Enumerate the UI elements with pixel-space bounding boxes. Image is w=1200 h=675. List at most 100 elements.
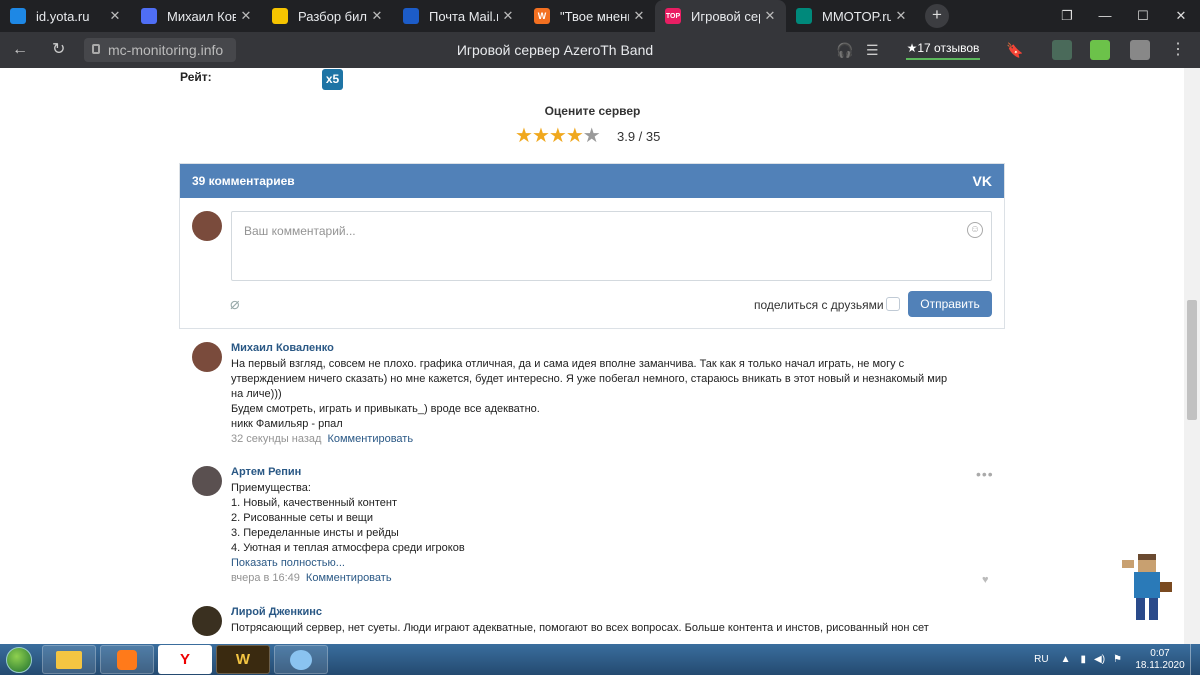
back-icon[interactable]: ← [12, 32, 28, 68]
tab-label: Михаил Коваленко [167, 8, 236, 24]
paint-taskbar-icon[interactable] [274, 645, 328, 674]
tab-strip: id.yota.ru✕Михаил Коваленко✕Разбор билет… [0, 0, 1200, 32]
avatar [192, 606, 222, 636]
comment-input[interactable]: Ваш комментарий... ☺ [231, 211, 992, 281]
show-more-link[interactable]: Показать полностью... [231, 556, 961, 571]
close-tab-icon[interactable]: ✕ [367, 8, 387, 24]
maximize-button[interactable]: ☐ [1124, 0, 1162, 32]
start-button[interactable] [0, 645, 38, 675]
close-tab-icon[interactable]: ✕ [498, 8, 518, 24]
browser-tab[interactable]: TOP Игровой сервер✕ [655, 0, 786, 32]
rating-stars[interactable]: ★★★★★ [515, 125, 601, 147]
avatar [192, 342, 222, 372]
clock[interactable]: 0:07 18.11.2020 [1130, 648, 1190, 672]
page-title: Игровой сервер AzeroTh Band [456, 42, 654, 58]
download-icon[interactable] [1090, 40, 1110, 60]
language-indicator[interactable]: RU [1034, 654, 1048, 665]
reviews-badge[interactable]: ★17 отзывов [906, 38, 980, 60]
taskbar: Y W RU ▲ ▮ ◀) ⚑ 0:07 18.11.2020 [0, 644, 1200, 675]
avatar [192, 211, 222, 241]
rating-star-icon[interactable]: ★ [583, 125, 601, 147]
mmotop-icon [796, 8, 812, 24]
menu-icon[interactable]: ⋮ [1170, 32, 1186, 68]
tab-search-icon[interactable]: ❐ [1048, 0, 1086, 32]
rating-star-icon[interactable]: ★ [549, 125, 567, 147]
extension-icon[interactable] [1130, 40, 1150, 60]
bookmark-icon[interactable]: 🔖 [1006, 32, 1023, 68]
wow-taskbar-icon[interactable]: W [216, 645, 270, 674]
share-checkbox[interactable] [886, 297, 900, 311]
tab-label: Разбор билетов [298, 8, 367, 24]
scrollbar[interactable] [1184, 68, 1200, 644]
comment-meta: вчера в 16:49 Комментировать [231, 571, 961, 586]
lock-icon [92, 44, 100, 54]
url-field[interactable]: mc-monitoring.info [84, 38, 236, 62]
tab-label: Игровой сервер [691, 8, 760, 24]
close-tab-icon[interactable]: ✕ [891, 8, 911, 24]
rating-star-icon[interactable]: ★ [515, 125, 533, 147]
rating-score: 3.9 / 35 [617, 129, 661, 144]
yota-icon [10, 8, 26, 24]
comment-time: 32 секунды назад [231, 433, 322, 445]
browser-tab[interactable]: MMOTOP.ru ✕ [786, 0, 917, 32]
comment-item: Артем Репин ••• Приемущества: 1. Новый, … [192, 466, 993, 591]
show-desktop-button[interactable] [1190, 644, 1200, 675]
w-icon: W [534, 8, 550, 24]
send-button[interactable]: Отправить [908, 291, 992, 317]
comment-line: 3. Переделанные инсты и рейды [231, 527, 399, 539]
browser-tab[interactable]: Михаил Коваленко✕ [131, 0, 262, 32]
explorer-taskbar-icon[interactable] [42, 645, 96, 674]
browser-tab[interactable]: W "Твое мнение"✕ [524, 0, 655, 32]
attach-icon[interactable]: ⌀ [230, 294, 240, 314]
rating-star-icon[interactable]: ★ [566, 125, 584, 147]
comment-author[interactable]: Лирой Дженкинс [231, 606, 322, 618]
more-options-icon[interactable]: ••• [976, 466, 994, 482]
comments-count: 39 комментариев [192, 174, 295, 188]
browser-tab[interactable]: Разбор билетов✕ [262, 0, 393, 32]
close-tab-icon[interactable]: ✕ [760, 8, 780, 24]
rate-label: Рейт: [180, 70, 212, 84]
comment-text: Потрясающий сервер, нет суеты. Люди игра… [231, 621, 961, 636]
comment-placeholder: Ваш комментарий... [244, 224, 356, 238]
tab-label: id.yota.ru [36, 8, 90, 24]
close-tab-icon[interactable]: ✕ [105, 8, 125, 24]
new-tab-button[interactable]: + [925, 4, 949, 28]
smile-icon[interactable]: ☺ [967, 222, 983, 238]
reply-link[interactable]: Комментировать [306, 572, 392, 584]
volume-icon[interactable]: ◀) [1094, 654, 1105, 665]
comment-text: Приемущества: 1. Новый, качественный кон… [231, 481, 961, 586]
rating-star-icon[interactable]: ★ [532, 125, 550, 147]
close-tab-icon[interactable]: ✕ [236, 8, 256, 24]
vk-header: 39 комментариев VK [180, 164, 1004, 198]
comment-author[interactable]: Михаил Коваленко [231, 342, 334, 354]
windows-logo-icon [6, 646, 32, 673]
reload-icon[interactable]: ↻ [52, 32, 65, 68]
browser-tab[interactable]: Почта Mail.ru✕ [393, 0, 524, 32]
browser-tab[interactable]: id.yota.ru ✕ [0, 0, 131, 32]
comment-line: Приемущества: [231, 482, 311, 494]
extension-eye-icon[interactable] [1052, 40, 1072, 60]
media-player-taskbar-icon[interactable] [100, 645, 154, 674]
comment-line: никк Фамильяр - рпал [231, 418, 343, 430]
minimize-button[interactable]: — [1086, 0, 1124, 32]
comment-author[interactable]: Артем Репин [231, 466, 301, 478]
top-icon: TOP [665, 8, 681, 24]
tab-label: Почта Mail.ru [429, 8, 498, 24]
clock-date: 18.11.2020 [1135, 659, 1185, 671]
flag-icon[interactable]: ⚑ [1113, 654, 1122, 665]
comment-item: Лирой Дженкинс Потрясающий сервер, нет с… [192, 606, 982, 644]
close-window-button[interactable]: ✕ [1162, 0, 1200, 32]
close-tab-icon[interactable]: ✕ [629, 8, 649, 24]
scrollbar-thumb[interactable] [1187, 300, 1197, 420]
mascot-character-icon[interactable] [1118, 552, 1176, 624]
tray-expand-icon[interactable]: ▲ [1061, 654, 1071, 665]
yandex-browser-taskbar-icon[interactable]: Y [158, 645, 212, 674]
like-heart-icon[interactable]: ♥ [982, 574, 989, 586]
reader-icon[interactable]: ☰ [866, 32, 879, 68]
address-bar-row: ← ↻ mc-monitoring.info Игровой сервер Az… [0, 32, 1200, 68]
network-icon[interactable]: ▮ [1080, 654, 1086, 665]
vk-logo-icon[interactable]: VK [973, 164, 992, 198]
headphones-icon[interactable]: 🎧 [836, 32, 853, 68]
reply-link[interactable]: Комментировать [327, 433, 413, 445]
tab-label: MMOTOP.ru [822, 8, 891, 24]
